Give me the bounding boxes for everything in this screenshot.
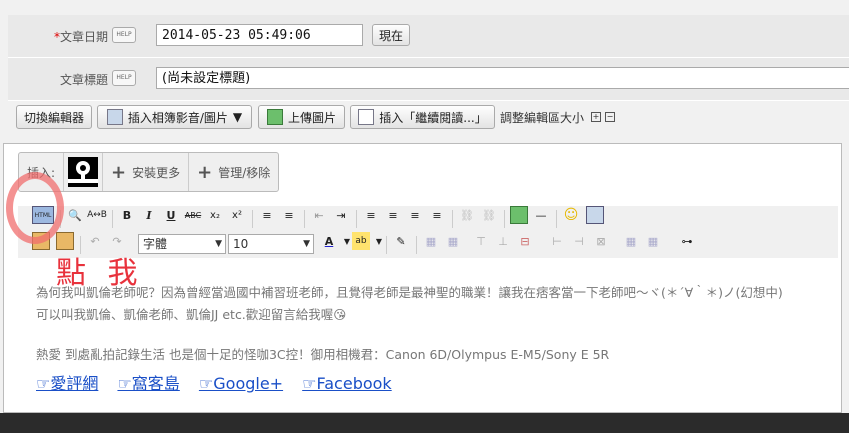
emoticon-icon[interactable]: ☺ bbox=[562, 206, 580, 224]
font-family-select[interactable]: 字體 ▼ bbox=[138, 234, 226, 254]
link-icon[interactable]: ⛓ bbox=[458, 206, 476, 224]
toolbar-separator bbox=[386, 236, 387, 254]
page-break-icon[interactable]: ⊶ bbox=[678, 232, 696, 250]
title-help-button[interactable]: HELP bbox=[112, 70, 136, 86]
manage-plugins-button[interactable]: + 管理/移除 bbox=[189, 153, 278, 191]
read-more-icon bbox=[358, 109, 375, 125]
link-ipeen[interactable]: ☞愛評網 bbox=[36, 374, 98, 393]
bullet-list-icon[interactable]: ≡ bbox=[280, 206, 298, 224]
chevron-down-icon: ▼ bbox=[303, 239, 310, 249]
upload-icon bbox=[266, 109, 283, 125]
highlight-color-icon[interactable]: ab bbox=[352, 232, 370, 250]
date-help-button[interactable]: HELP bbox=[112, 27, 136, 43]
link-google-plus[interactable]: ☞Google+ bbox=[199, 374, 283, 393]
edit-icon[interactable]: ✎ bbox=[392, 232, 410, 250]
manage-label: 管理/移除 bbox=[218, 165, 271, 180]
bottom-bar bbox=[0, 413, 849, 433]
font-family-value: 字體 bbox=[143, 237, 168, 251]
upload-image-button[interactable]: 上傳圖片 bbox=[258, 105, 345, 129]
now-button[interactable]: 現在 bbox=[372, 24, 410, 46]
date-label-text: 文章日期 bbox=[59, 30, 108, 44]
editor-toolbar-row-1: HTML 🔍 A↔B B I U ABC x₂ x² ≡ ≡ ⇤ ⇥ ≡ ≡ ≡… bbox=[18, 206, 838, 232]
insert-more-button[interactable]: 插入「繼續閱讀...」 bbox=[350, 105, 495, 129]
social-links: ☞愛評網 ☞窩客島 ☞Google+ ☞Facebook bbox=[36, 370, 406, 394]
strikethrough-icon[interactable]: ABC bbox=[184, 206, 202, 224]
toolbar-separator bbox=[504, 210, 505, 228]
table-props-icon[interactable]: ▦ bbox=[444, 232, 462, 250]
toolbar-separator bbox=[556, 210, 557, 228]
title-label: 文章標題 bbox=[59, 73, 108, 87]
upload-image-label: 上傳圖片 bbox=[287, 110, 336, 125]
replace-icon[interactable]: A↔B bbox=[87, 206, 107, 224]
album-icon bbox=[106, 109, 123, 125]
indent-icon[interactable]: ⇥ bbox=[332, 206, 350, 224]
annotation-circle bbox=[6, 172, 64, 244]
image-icon[interactable] bbox=[510, 206, 528, 224]
toolbar-separator bbox=[304, 210, 305, 228]
map-pin-icon bbox=[68, 157, 99, 187]
toolbar-separator bbox=[112, 210, 113, 228]
install-more-label: 安裝更多 bbox=[132, 165, 181, 180]
align-justify-icon[interactable]: ≡ bbox=[428, 206, 446, 224]
outdent-icon[interactable]: ⇤ bbox=[310, 206, 328, 224]
toolbar-separator bbox=[252, 210, 253, 228]
font-color-icon[interactable]: A bbox=[320, 232, 338, 250]
plus-icon: + bbox=[197, 161, 213, 183]
title-input[interactable]: (尚未設定標題) bbox=[156, 67, 849, 89]
content-paragraph: 為何我叫凱倫老師呢？因為曾經當過國中補習班老師，且覺得老師是最神聖的職業！讓我在… bbox=[36, 285, 783, 300]
link-wokedao[interactable]: ☞窩客島 bbox=[117, 374, 179, 393]
toolbar-separator bbox=[452, 210, 453, 228]
date-label: *文章日期 bbox=[8, 28, 108, 45]
insert-album-label: 插入相簿影音/圖片 bbox=[127, 110, 228, 125]
font-size-value: 10 bbox=[233, 237, 249, 251]
date-input[interactable]: 2014-05-23 05:49:06 bbox=[156, 24, 363, 46]
row-before-icon[interactable]: ⊤ bbox=[472, 232, 490, 250]
col-before-icon[interactable]: ⊢ bbox=[548, 232, 566, 250]
insert-album-button[interactable]: 插入相簿影音/圖片 ▼ bbox=[97, 105, 252, 129]
subscript-icon[interactable]: x₂ bbox=[206, 206, 224, 224]
fullscreen-icon[interactable] bbox=[586, 206, 604, 224]
table-icon[interactable]: ▦ bbox=[422, 232, 440, 250]
insert-more-label: 插入「繼續閱讀...」 bbox=[379, 110, 487, 125]
bold-icon[interactable]: B bbox=[118, 206, 136, 224]
horizontal-rule-icon[interactable]: — bbox=[532, 206, 550, 224]
merge-cells-icon[interactable]: ▦ bbox=[644, 232, 662, 250]
switch-editor-label: 切換編輯器 bbox=[23, 110, 84, 125]
delete-col-icon[interactable]: ⊠ bbox=[592, 232, 610, 250]
superscript-icon[interactable]: x² bbox=[228, 206, 246, 224]
map-plugin-button[interactable] bbox=[64, 153, 104, 191]
enlarge-editor-button[interactable]: + bbox=[591, 112, 601, 122]
shrink-editor-button[interactable]: − bbox=[605, 112, 615, 122]
resize-label: 調整編輯區大小 bbox=[500, 111, 585, 125]
underline-icon[interactable]: U bbox=[162, 206, 180, 224]
unlink-icon[interactable]: ⛓ bbox=[480, 206, 498, 224]
find-icon[interactable]: 🔍 bbox=[66, 206, 84, 224]
link-facebook[interactable]: ☞Facebook bbox=[302, 374, 392, 393]
content-paragraph: 熱愛 到處亂拍記錄生活 也是個十足的怪咖3C控！御用相機君：Canon 6D/O… bbox=[36, 347, 610, 362]
ordered-list-icon[interactable]: ≡ bbox=[258, 206, 276, 224]
align-center-icon[interactable]: ≡ bbox=[384, 206, 402, 224]
align-left-icon[interactable]: ≡ bbox=[362, 206, 380, 224]
row-after-icon[interactable]: ⊥ bbox=[494, 232, 512, 250]
switch-editor-button[interactable]: 切換編輯器 bbox=[16, 105, 92, 129]
toolbar-separator bbox=[416, 236, 417, 254]
delete-row-icon[interactable]: ⊟ bbox=[516, 232, 534, 250]
editor-content[interactable]: 為何我叫凱倫老師呢？因為曾經當過國中補習班老師，且覺得老師是最神聖的職業！讓我在… bbox=[36, 282, 826, 366]
font-size-select[interactable]: 10 ▼ bbox=[228, 234, 314, 254]
italic-icon[interactable]: I bbox=[140, 206, 158, 224]
align-right-icon[interactable]: ≡ bbox=[406, 206, 424, 224]
chevron-down-icon: ▼ bbox=[215, 239, 222, 249]
plus-icon: + bbox=[111, 161, 127, 183]
post-settings-panel: *文章日期 HELP 2014-05-23 05:49:06 現在 文章標題 H… bbox=[0, 0, 849, 433]
title-row: 文章標題 HELP (尚未設定標題) bbox=[8, 58, 849, 101]
col-after-icon[interactable]: ⊣ bbox=[570, 232, 588, 250]
toolbar-separator bbox=[356, 210, 357, 228]
content-paragraph: 可以叫我凱倫、凱倫老師、凱倫JJ etc.歡迎留言給我喔😘 bbox=[36, 307, 347, 322]
split-cells-icon[interactable]: ▦ bbox=[622, 232, 640, 250]
date-row: *文章日期 HELP 2014-05-23 05:49:06 現在 bbox=[8, 15, 849, 58]
install-more-button[interactable]: + 安裝更多 bbox=[103, 153, 190, 191]
dropdown-arrow-icon: ▼ bbox=[232, 110, 243, 124]
